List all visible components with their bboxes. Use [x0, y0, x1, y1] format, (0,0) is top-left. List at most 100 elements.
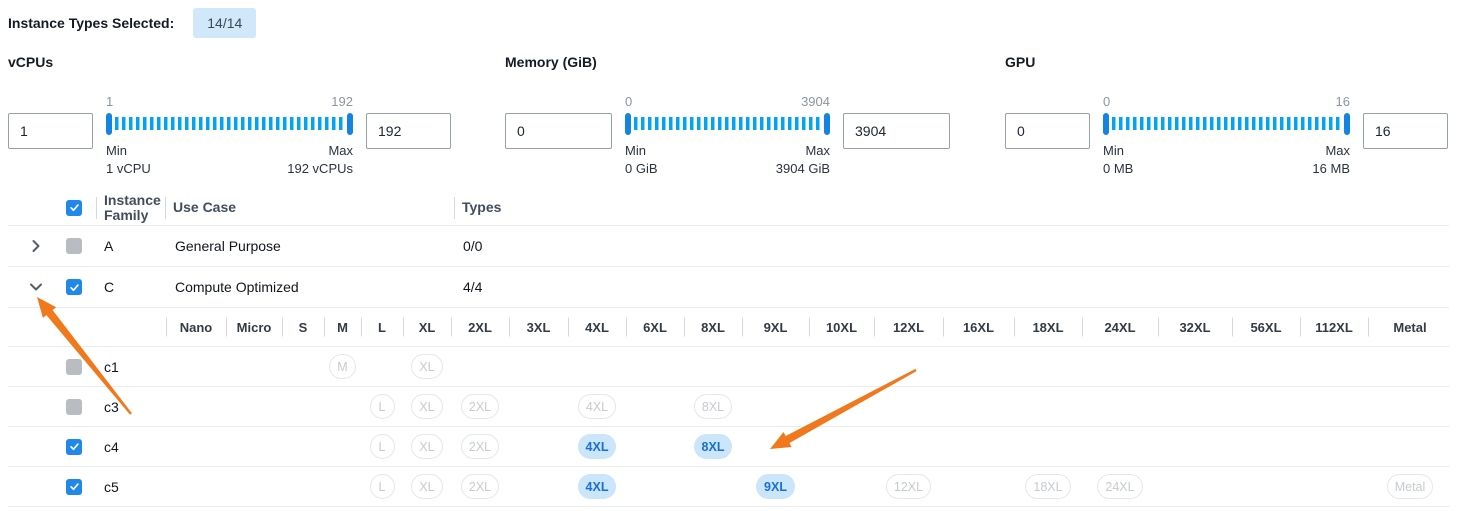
memory-slider-min-label: 0 — [625, 94, 632, 112]
size-pill-l[interactable]: L — [370, 394, 395, 419]
expand-icon[interactable] — [8, 226, 58, 266]
gpu-max-caption: Max 16 MB — [1312, 142, 1350, 178]
size-cell-8xl: 8XL — [684, 394, 742, 419]
size-column-l: L — [361, 308, 403, 346]
size-pill-xl[interactable]: XL — [411, 434, 442, 459]
size-cell-18xl: 18XL — [1014, 474, 1082, 499]
size-pill-2xl[interactable]: 2XL — [461, 394, 499, 419]
size-pill-8xl[interactable]: 8XL — [694, 394, 732, 419]
size-cell-2xl: 2XL — [451, 434, 509, 459]
instance-row-header: c5 — [8, 479, 166, 495]
instance-row-header: c3 — [8, 399, 166, 415]
memory-slider: 0 3904 Min 0 GiB Max — [625, 94, 830, 178]
size-cell-9xl: 9XL — [742, 474, 809, 499]
family-name: C — [96, 279, 165, 295]
size-column-16xl: 16XL — [943, 308, 1014, 346]
vcpus-slider-handle-min[interactable] — [106, 113, 112, 135]
size-column-s: S — [282, 308, 324, 346]
gpu-slider-min-label: 0 — [1103, 94, 1110, 112]
vcpus-min-input[interactable] — [8, 113, 93, 149]
size-pill-2xl[interactable]: 2XL — [461, 434, 499, 459]
gpu-slider: 0 16 Min 0 MB Max — [1103, 94, 1350, 178]
size-pill-8xl[interactable]: 8XL — [694, 434, 733, 459]
size-cell-12xl: 12XL — [874, 474, 943, 499]
size-pill-12xl[interactable]: 12XL — [886, 474, 931, 499]
size-column-nano: Nano — [166, 308, 226, 346]
checkbox-checked[interactable] — [66, 279, 82, 295]
size-cell-l: L — [361, 394, 403, 419]
vcpus-min-caption: Min 1 vCPU — [106, 142, 151, 178]
select-all-checkbox[interactable] — [66, 200, 82, 216]
size-pill-xl[interactable]: XL — [411, 354, 442, 379]
memory-min-input[interactable] — [505, 113, 612, 149]
column-header-types: Types — [454, 200, 1449, 215]
filter-vcpus-label: vCPUs — [8, 54, 451, 70]
checkmark-icon — [69, 481, 80, 492]
instance-row-header: c1 — [8, 359, 166, 375]
size-column-4xl: 4XL — [568, 308, 626, 346]
instance-row-c3: c3 L XL 2XL 4XL 8XL — [8, 387, 1449, 427]
gpu-slider-handle-max[interactable] — [1344, 113, 1350, 135]
checkbox-disabled[interactable] — [66, 238, 82, 254]
gpu-min-input[interactable] — [1005, 113, 1090, 149]
vcpus-slider-track — [106, 112, 353, 136]
instance-name: c5 — [104, 479, 119, 495]
size-column-micro: Micro — [226, 308, 282, 346]
checkbox-disabled[interactable] — [66, 399, 82, 415]
size-pill-xl[interactable]: XL — [411, 394, 442, 419]
size-column-9xl: 9XL — [742, 308, 809, 346]
size-column-32xl: 32XL — [1158, 308, 1232, 346]
memory-max-input[interactable] — [843, 113, 950, 149]
size-pill-m[interactable]: M — [329, 354, 355, 379]
use-case-label: General Purpose — [165, 238, 454, 254]
size-pill-4xl[interactable]: 4XL — [578, 474, 617, 499]
size-column-6xl: 6XL — [626, 308, 684, 346]
size-pill-xl[interactable]: XL — [411, 474, 442, 499]
types-count: 4/4 — [454, 279, 1449, 295]
size-pill-l[interactable]: L — [370, 474, 395, 499]
memory-max-caption: Max 3904 GiB — [776, 142, 830, 178]
size-column-10xl: 10XL — [809, 308, 874, 346]
gpu-slider-track — [1103, 112, 1350, 136]
instance-name: c1 — [104, 359, 119, 375]
column-header-use-case: Use Case — [165, 200, 454, 215]
size-column-56xl: 56XL — [1232, 308, 1300, 346]
memory-slider-handle-max[interactable] — [824, 113, 830, 135]
vcpus-max-input[interactable] — [366, 113, 451, 149]
instance-row-c1: c1 M XL — [8, 347, 1449, 387]
checkbox-checked[interactable] — [66, 439, 82, 455]
size-header-row: NanoMicroSMLXL2XL3XL4XL6XL8XL9XL10XL12XL… — [8, 308, 1449, 347]
size-cell-8xl: 8XL — [684, 434, 742, 459]
vcpus-slider-ticks — [115, 117, 344, 130]
size-pill-24xl[interactable]: 24XL — [1097, 474, 1142, 499]
instance-row-c5: c5 L XL 2XL 4XL 9XL 12XL 18XL 24XL Metal — [8, 467, 1449, 507]
instance-row-c4: c4 L XL 2XL 4XL 8XL — [8, 427, 1449, 467]
size-column-2xl: 2XL — [451, 308, 509, 346]
topbar: Instance Types Selected: 14/14 — [8, 8, 1457, 38]
checkmark-icon — [69, 202, 80, 213]
family-rows: AGeneral Purpose0/0CCompute Optimized4/4 — [8, 226, 1449, 308]
size-pill-18xl[interactable]: 18XL — [1025, 474, 1070, 499]
size-pill-4xl[interactable]: 4XL — [578, 394, 616, 419]
memory-slider-max-label: 3904 — [801, 94, 830, 112]
size-pill-l[interactable]: L — [370, 434, 395, 459]
checkmark-icon — [69, 282, 80, 293]
checkbox-disabled[interactable] — [66, 359, 82, 375]
vcpus-slider-handle-max[interactable] — [347, 113, 353, 135]
gpu-slider-handle-min[interactable] — [1103, 113, 1109, 135]
size-cell-2xl: 2XL — [451, 394, 509, 419]
size-cell-xl: XL — [403, 354, 451, 379]
instance-name: c4 — [104, 439, 119, 455]
size-pill-4xl[interactable]: 4XL — [578, 434, 617, 459]
size-cell-xl: XL — [403, 394, 451, 419]
instance-row-header: c4 — [8, 439, 166, 455]
size-pill-9xl[interactable]: 9XL — [756, 474, 795, 499]
collapse-icon[interactable] — [8, 267, 58, 307]
size-pill-2xl[interactable]: 2XL — [461, 474, 499, 499]
filter-memory-label: Memory (GiB) — [505, 54, 950, 70]
gpu-max-input[interactable] — [1363, 113, 1448, 149]
checkbox-checked[interactable] — [66, 479, 82, 495]
memory-slider-handle-min[interactable] — [625, 113, 631, 135]
size-pill-metal[interactable]: Metal — [1387, 474, 1434, 499]
size-column-8xl: 8XL — [684, 308, 742, 346]
